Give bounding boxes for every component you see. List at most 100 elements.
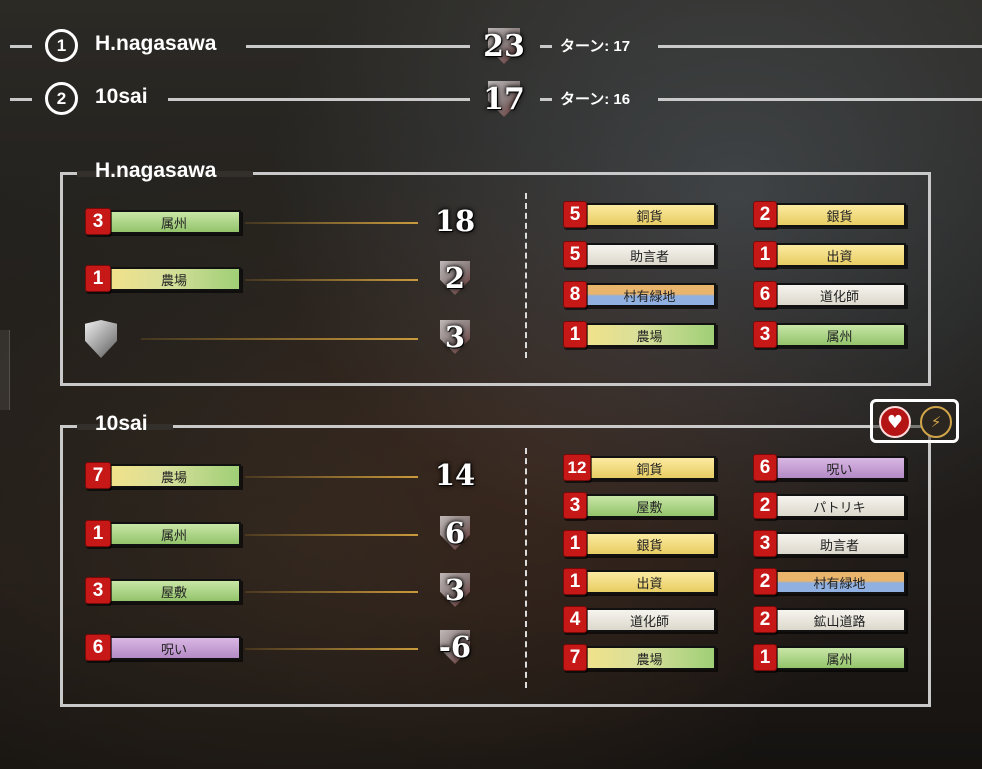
card-label: 鉱山道路: [773, 608, 906, 632]
card-label: 銅貨: [583, 456, 716, 480]
card-tally: 3 屋敷: [563, 492, 718, 520]
player-breakdown-panel-2: 10sai 7 農場 14 1 属州 6 3 屋敷 3 6 呪い -6 12 銅…: [60, 412, 931, 707]
gold-line: [245, 591, 418, 593]
score-row: 3: [85, 320, 505, 358]
card-label: 銅貨: [583, 203, 716, 227]
score-row: 1 属州 6: [85, 516, 505, 550]
card-label: 道化師: [583, 608, 716, 632]
lightning-icon[interactable]: ⚡︎: [920, 406, 952, 438]
card-label: 村有緑地: [773, 570, 906, 594]
rank-number: 1: [45, 29, 78, 62]
ranking-line: [246, 45, 470, 48]
card-label: 屋敷: [107, 579, 241, 603]
count-badge: 5: [563, 201, 587, 228]
score-row: 3 属州 18: [85, 204, 505, 238]
row-score-value: 3: [444, 320, 466, 354]
player-breakdown-panel-1: H.nagasawa 3 属州 18 1 農場 2 3 5 銅貨 5 助言者 8…: [60, 159, 931, 386]
ranking-line: [10, 98, 32, 101]
count-badge: 1: [753, 241, 777, 268]
rank-number: 2: [45, 82, 78, 115]
count-badge: 3: [85, 577, 111, 604]
count-badge: 1: [753, 644, 777, 671]
gold-line: [141, 338, 418, 340]
card-label: 属州: [107, 522, 241, 546]
shield-emblem-icon: [85, 320, 117, 358]
card-tally: 4 道化師: [563, 606, 718, 634]
ranking-line: [10, 45, 32, 48]
ranking-line: [540, 45, 552, 48]
row-score-value: 3: [444, 573, 466, 607]
card-tally: 2 パトリキ: [753, 492, 908, 520]
gold-line: [245, 534, 418, 536]
gold-line: [245, 648, 418, 650]
count-badge: 1: [563, 530, 587, 557]
card-label: 銀貨: [773, 203, 906, 227]
panel-title: 10sai: [95, 412, 148, 435]
ranking-line: [168, 98, 470, 101]
count-badge: 3: [563, 492, 587, 519]
count-badge: 1: [85, 520, 111, 547]
count-badge: 3: [753, 321, 777, 348]
card-label: 銀貨: [583, 532, 716, 556]
gold-line: [245, 279, 418, 281]
card-tally: 2 村有緑地: [753, 568, 908, 596]
turn-count: ターン: 16: [560, 91, 631, 108]
card-tally: 1 農場: [563, 321, 718, 349]
card-label: 農場: [107, 464, 241, 488]
row-score-value: 14: [434, 458, 476, 492]
card-label: 屋敷: [583, 494, 716, 518]
card-tally: 1 銀貨: [563, 530, 718, 558]
gold-line: [245, 222, 418, 224]
heart-icon[interactable]: ♥: [879, 406, 911, 438]
score-row: 1 農場 2: [85, 261, 505, 295]
count-badge: 6: [753, 281, 777, 308]
card-label: 農場: [107, 267, 241, 291]
card-label: 農場: [583, 323, 716, 347]
count-badge: 8: [563, 281, 587, 308]
row-score: 3: [435, 318, 475, 356]
gold-line: [245, 476, 418, 478]
total-score-value: 17: [483, 81, 525, 117]
row-score: -6: [435, 628, 475, 666]
card-tally: 2 銀貨: [753, 201, 908, 229]
card-tally: 5 助言者: [563, 241, 718, 269]
card-tally: 5 銅貨: [563, 201, 718, 229]
row-score-value: 18: [434, 204, 476, 238]
card-label: 呪い: [107, 636, 241, 660]
card-label: 属州: [773, 646, 906, 670]
player-name: H.nagasawa: [95, 32, 217, 55]
total-score: 23: [474, 26, 534, 66]
score-row: 6 呪い -6: [85, 630, 505, 664]
card-tally: 7 農場: [563, 644, 718, 672]
score-row: 3 屋敷 3: [85, 573, 505, 607]
card-label: 道化師: [773, 283, 906, 307]
count-badge: 7: [85, 462, 111, 489]
card-tally: 6 道化師: [753, 281, 908, 309]
card-label: 呪い: [773, 456, 906, 480]
ranking-line: [658, 98, 982, 101]
turn-count: ターン: 17: [560, 38, 631, 55]
total-score-value: 23: [483, 28, 525, 64]
count-badge: 2: [753, 492, 777, 519]
row-score: 6: [435, 514, 475, 552]
row-score: 14: [435, 456, 475, 494]
count-badge: 3: [85, 208, 111, 235]
card-tally: 1 属州: [753, 644, 908, 672]
row-score: 18: [435, 202, 475, 240]
card-label: 出資: [773, 243, 906, 267]
card-tally: 1 出資: [563, 568, 718, 596]
count-badge: 2: [753, 568, 777, 595]
card-label: 農場: [583, 646, 716, 670]
row-score-value: -6: [438, 630, 472, 664]
count-badge: 5: [563, 241, 587, 268]
dashed-divider: [525, 193, 527, 358]
panel-title: H.nagasawa: [95, 159, 217, 182]
card-label: 属州: [107, 210, 241, 234]
count-badge: 3: [753, 530, 777, 557]
count-badge: 6: [753, 454, 777, 481]
card-label: 助言者: [773, 532, 906, 556]
card-tally: 3 属州: [753, 321, 908, 349]
count-badge: 2: [753, 201, 777, 228]
card-tally: 12 銅貨: [563, 454, 718, 482]
count-badge: 1: [563, 568, 587, 595]
